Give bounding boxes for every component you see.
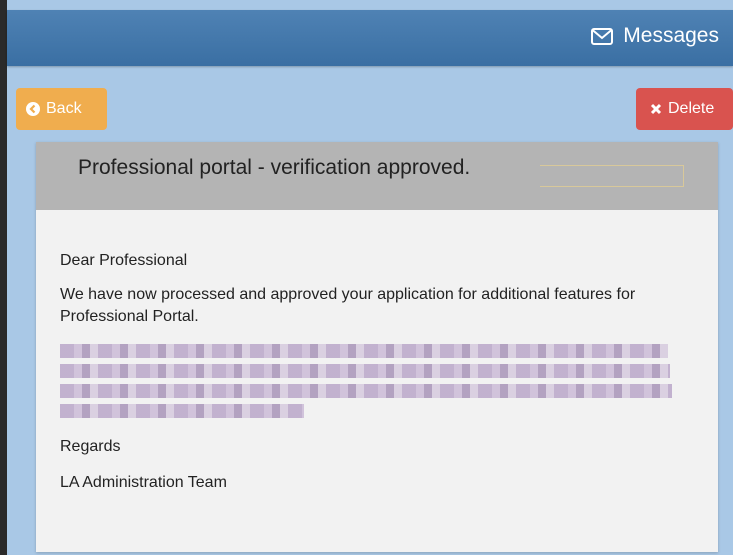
back-button[interactable]: Back bbox=[16, 88, 107, 130]
envelope-icon bbox=[591, 27, 614, 45]
body-text: We have now processed and approved your … bbox=[60, 286, 636, 325]
arrow-left-circle-icon bbox=[26, 102, 40, 116]
greeting-text: Dear Professional bbox=[60, 252, 188, 269]
delete-button[interactable]: Delete bbox=[636, 88, 733, 130]
top-navbar: Messages bbox=[7, 10, 733, 66]
redacted-line bbox=[60, 364, 670, 378]
delete-label: Delete bbox=[668, 100, 715, 117]
message-panel: Professional portal - verification appro… bbox=[36, 142, 718, 552]
regards-text: Regards bbox=[60, 438, 121, 455]
messages-link[interactable]: Messages bbox=[591, 24, 719, 48]
back-label: Back bbox=[46, 100, 82, 117]
close-icon bbox=[650, 103, 662, 115]
redacted-line bbox=[60, 384, 672, 398]
message-header: Professional portal - verification appro… bbox=[36, 142, 718, 210]
redacted-paragraph bbox=[60, 344, 694, 418]
redacted-line bbox=[60, 404, 304, 418]
message-title: Professional portal - verification appro… bbox=[78, 156, 471, 179]
messages-label: Messages bbox=[623, 24, 719, 47]
message-body: Dear Professional We have now processed … bbox=[36, 210, 718, 494]
signature-text: LA Administration Team bbox=[60, 474, 227, 491]
header-decoration bbox=[540, 165, 684, 187]
redacted-line bbox=[60, 344, 668, 358]
window-edge bbox=[0, 0, 7, 555]
